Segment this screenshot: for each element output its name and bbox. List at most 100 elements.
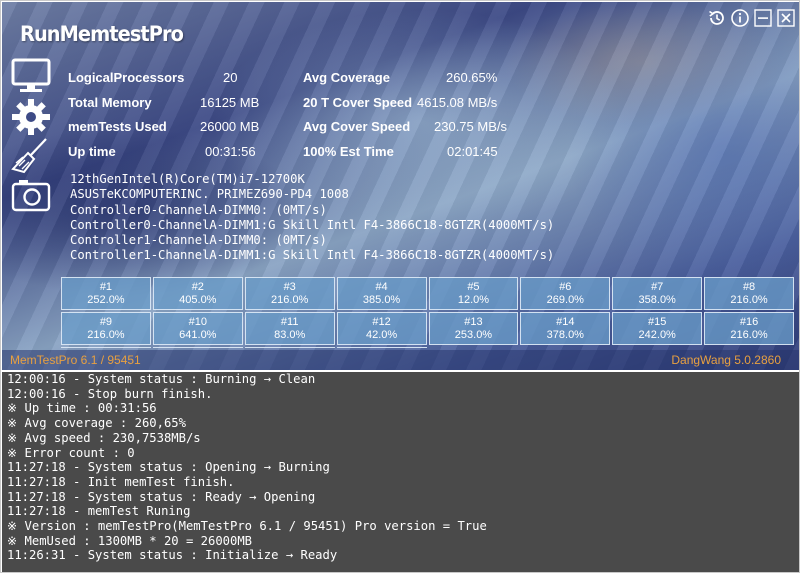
hardware-dimm: Controller1-ChannelA-DIMM0: (0MT/s) bbox=[70, 233, 327, 248]
thread-id: #11 bbox=[280, 316, 299, 328]
log-line: ※ Version : memTestPro(MemTestPro 6.1 / … bbox=[7, 519, 487, 534]
thread-coverage: 269.0% bbox=[546, 294, 584, 306]
stat-value-est-time: 02:01:45 bbox=[447, 144, 498, 159]
hardware-cpu: 12thGenIntel(R)Core(TM)i7-12700K bbox=[70, 172, 305, 186]
stat-label-memtests-used: memTests Used bbox=[68, 119, 167, 134]
thread-id: #7 bbox=[651, 281, 664, 293]
log-line: 12:00:16 - Stop burn finish. bbox=[7, 386, 213, 401]
monitor-icon[interactable] bbox=[10, 57, 52, 97]
hardware-dimm: Controller0-ChannelA-DIMM0: (0MT/s) bbox=[70, 202, 327, 217]
camera-icon[interactable] bbox=[10, 175, 52, 215]
stat-label-avg-coverage: Avg Coverage bbox=[303, 70, 390, 85]
thread-cell: #18 bbox=[152, 347, 243, 348]
thread-id: #8 bbox=[742, 281, 756, 293]
stat-label-up-time: Up time bbox=[68, 144, 116, 159]
thread-id: #16 bbox=[739, 316, 759, 328]
stat-value-logical-processors: 20 bbox=[223, 70, 238, 85]
thread-cell: #7 358.0% bbox=[612, 277, 703, 310]
thread-cell: #3 216.0% bbox=[244, 277, 335, 310]
hardware-dimm: Controller0-ChannelA-DIMM1:G Skill Intl … bbox=[70, 217, 555, 232]
thread-cell: #9 216.0% bbox=[61, 312, 151, 345]
thread-coverage: 42.0% bbox=[365, 329, 398, 341]
thread-id: #2 bbox=[191, 281, 204, 293]
stat-value-cover-speed: 4615.08 MB/s bbox=[417, 95, 498, 110]
thread-cell: #5 12.0% bbox=[428, 277, 519, 310]
log-line: 11:27:18 - System status : Ready → Openi… bbox=[7, 489, 316, 504]
stat-value-up-time: 00:31:56 bbox=[205, 144, 256, 159]
stat-value-memtests-used: 26000 MB bbox=[200, 119, 260, 134]
thread-id: #3 bbox=[283, 281, 296, 293]
thread-cell: #4 385.0% bbox=[336, 277, 427, 310]
log-line: ※ Avg coverage : 260,65% bbox=[7, 416, 186, 431]
thread-id: #6 bbox=[559, 281, 572, 293]
thread-cell: #2 405.0% bbox=[152, 277, 243, 310]
thread-coverage: 216.0% bbox=[730, 294, 768, 306]
thread-cell: #16 216.0% bbox=[704, 312, 794, 345]
thread-coverage: 83.0% bbox=[274, 329, 306, 341]
thread-id: #12 bbox=[372, 316, 391, 328]
log-line: ※ Up time : 00:31:56 bbox=[7, 401, 157, 416]
thread-id: #13 bbox=[464, 316, 483, 328]
log-line: ※ MemUsed : 1300MB * 20 = 26000MB bbox=[7, 533, 253, 548]
thread-cell: #12 42.0% bbox=[336, 312, 427, 345]
broom-icon[interactable] bbox=[10, 136, 52, 176]
hardware-info: 12thGenIntel(R)Core(TM)i7-12700K ASUSTeK… bbox=[70, 172, 670, 264]
log-line: 11:27:18 - memTest Runing bbox=[7, 504, 191, 519]
memtest-version: MemTestPro 6.1 / 95451 bbox=[10, 353, 141, 367]
history-icon[interactable] bbox=[707, 8, 727, 28]
close-icon[interactable] bbox=[776, 8, 796, 28]
app-window: RunMemtestPro LogicalProcessors 20 Total… bbox=[0, 0, 800, 573]
thread-coverage: 358.0% bbox=[638, 294, 676, 306]
thread-id: #9 bbox=[99, 316, 113, 328]
log-line: 11:27:18 - System status : Opening → Bur… bbox=[7, 460, 330, 475]
thread-coverage: 12.0% bbox=[457, 294, 490, 306]
thread-cell: #14 378.0% bbox=[520, 312, 611, 345]
thread-cell: #19 bbox=[244, 347, 335, 348]
thread-coverage: 405.0% bbox=[179, 294, 217, 306]
thread-coverage: 216.0% bbox=[271, 294, 309, 306]
thread-cell: #1 252.0% bbox=[61, 277, 151, 310]
thread-coverage-grid: #1 252.0% #2 405.0% #3 216.0% #4 385.0% #5 12.0% #… bbox=[60, 276, 795, 348]
thread-cell: #20 bbox=[336, 347, 427, 348]
minimize-icon[interactable] bbox=[753, 8, 773, 28]
thread-id: #14 bbox=[556, 316, 575, 328]
thread-coverage: 242.0% bbox=[638, 329, 676, 341]
thread-cell: #15 242.0% bbox=[612, 312, 703, 345]
thread-cell: #6 269.0% bbox=[520, 277, 611, 310]
thread-id: #15 bbox=[648, 316, 667, 328]
thread-coverage: 216.0% bbox=[730, 329, 768, 341]
stat-label-logical-processors: LogicalProcessors bbox=[68, 70, 185, 85]
settings-gear-icon[interactable] bbox=[10, 97, 52, 137]
hardware-dimm: Controller1-ChannelA-DIMM1:G Skill Intl … bbox=[70, 248, 555, 263]
thread-id: #10 bbox=[188, 316, 207, 328]
log-panel[interactable]: 12:00:16 - System status : Burning → Cle… bbox=[2, 370, 799, 572]
thread-id: #4 bbox=[375, 281, 388, 293]
window-controls bbox=[707, 8, 796, 30]
thread-coverage: 385.0% bbox=[362, 294, 401, 306]
thread-id: #5 bbox=[467, 281, 480, 293]
stat-label-total-memory: Total Memory bbox=[68, 95, 152, 110]
stat-value-total-memory: 16125 MB bbox=[200, 95, 260, 110]
app-title: RunMemtestPro bbox=[20, 22, 184, 46]
info-icon[interactable] bbox=[730, 8, 750, 28]
app-version: DangWang 5.0.2860 bbox=[671, 353, 781, 367]
thread-coverage: 252.0% bbox=[87, 294, 125, 306]
status-bar: MemTestPro 6.1 / 95451 DangWang 5.0.2860 bbox=[2, 350, 799, 370]
thread-cell: #17 bbox=[61, 347, 151, 348]
thread-coverage: 216.0% bbox=[87, 329, 125, 341]
thread-coverage: 253.0% bbox=[454, 329, 493, 341]
log-line: ※ Avg speed : 230,7538MB/s bbox=[7, 430, 201, 445]
dashboard-panel: RunMemtestPro LogicalProcessors 20 Total… bbox=[2, 2, 799, 370]
thread-coverage: 641.0% bbox=[179, 329, 217, 341]
stat-label-avg-cover-speed: Avg Cover Speed bbox=[303, 119, 411, 134]
stat-label-cover-speed: 20 T Cover Speed bbox=[303, 95, 413, 110]
log-line: 12:00:16 - System status : Burning → Cle… bbox=[7, 372, 316, 386]
thread-cell: #8 216.0% bbox=[704, 277, 794, 310]
stat-value-avg-cover-speed: 230.75 MB/s bbox=[434, 119, 507, 134]
thread-cell: #11 83.0% bbox=[244, 312, 335, 345]
hardware-motherboard: ASUSTeKCOMPUTERINC. PRIMEZ690-PD4 1008 bbox=[70, 187, 349, 202]
thread-cell: #10 641.0% bbox=[152, 312, 243, 345]
stat-value-avg-coverage: 260.65% bbox=[446, 70, 498, 85]
stat-label-est-time: 100% Est Time bbox=[303, 144, 394, 159]
thread-id: #1 bbox=[99, 281, 113, 293]
